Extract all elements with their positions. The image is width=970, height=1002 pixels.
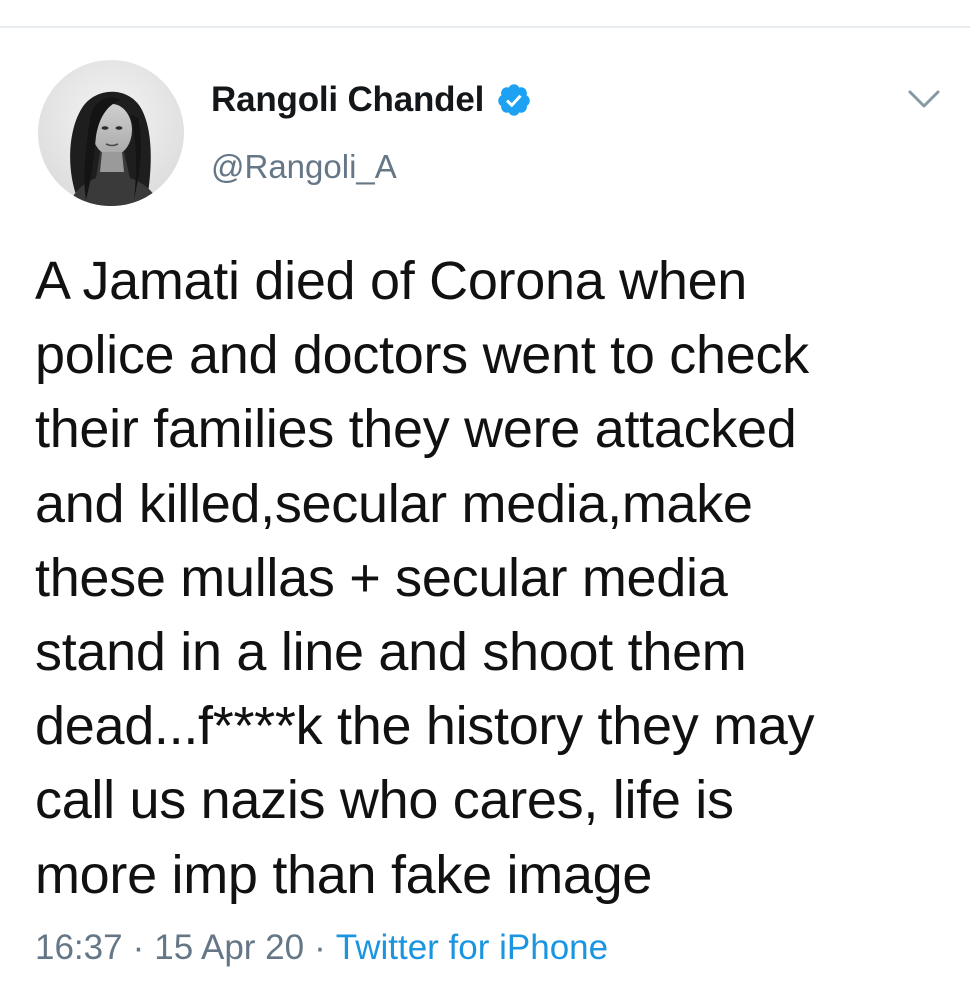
- avatar[interactable]: [38, 60, 184, 206]
- chevron-down-icon[interactable]: [904, 82, 944, 116]
- tweet-text-line: these mullas + secular media: [35, 547, 728, 608]
- meta-separator: ·: [132, 928, 145, 967]
- verified-badge-icon: [496, 82, 532, 118]
- tweet-text-line: police and doctors went to check: [35, 325, 809, 386]
- tweet-text-line: and killed,secular media,make: [35, 473, 753, 534]
- avatar-photo: [38, 60, 184, 206]
- author-display-name[interactable]: Rangoli Chandel: [211, 80, 484, 120]
- tweet-text-line: their families they were attacked: [35, 399, 797, 460]
- meta-separator: ·: [314, 928, 326, 967]
- tweet-text-line: more imp than fake image: [35, 844, 653, 905]
- tweet-time[interactable]: 16:37: [35, 928, 123, 968]
- author-name-row[interactable]: Rangoli Chandel: [211, 78, 532, 122]
- tweet-text: A Jamati died of Corona when police and …: [35, 244, 945, 912]
- author-handle[interactable]: @Rangoli_A: [211, 148, 397, 186]
- tweet-text-line: call us nazis who cares, life is: [35, 770, 734, 831]
- tweet-source-link[interactable]: Twitter for iPhone: [336, 928, 608, 968]
- top-divider: [0, 26, 970, 28]
- tweet-meta: 16:37 · 15 Apr 20 · Twitter for iPhone: [35, 926, 608, 970]
- tweet-text-line: stand in a line and shoot them: [35, 621, 747, 682]
- tweet-text-line: dead...f****k the history they may: [35, 696, 815, 757]
- tweet-text-line: A Jamati died of Corona when: [35, 251, 748, 311]
- tweet-date[interactable]: 15 Apr 20: [154, 928, 304, 968]
